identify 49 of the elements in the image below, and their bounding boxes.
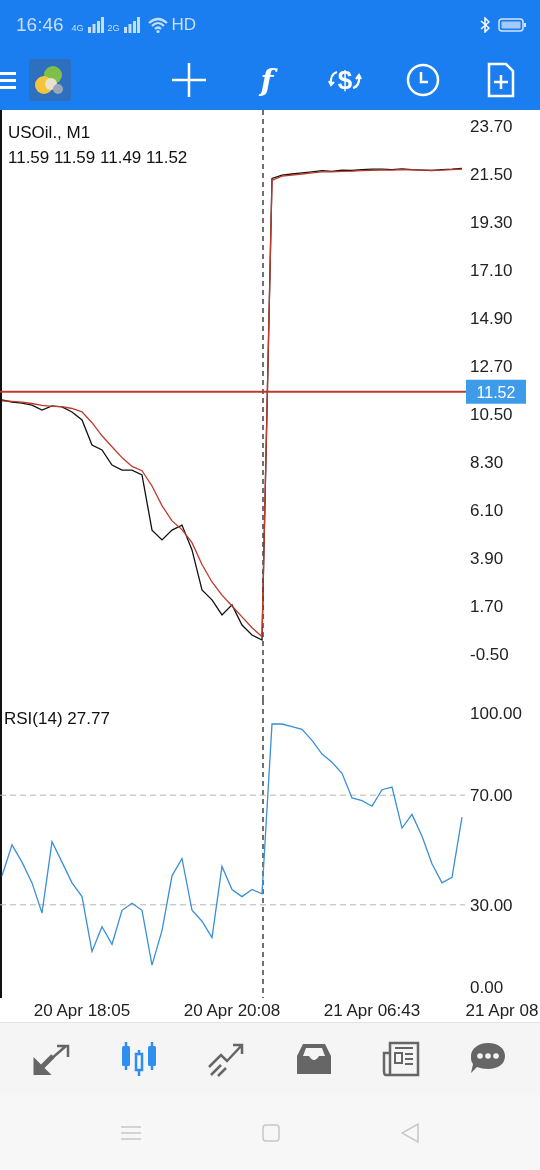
signal-icon [87, 17, 104, 33]
symbol-label: USOil., M1 [8, 123, 91, 142]
axis-label: 1.70 [470, 597, 504, 616]
crosshair-icon [172, 63, 206, 97]
axis-label: 100.00 [470, 704, 522, 723]
newspaper-icon [381, 1041, 420, 1077]
arrows-icon [32, 1043, 71, 1075]
axis-label: 8.30 [470, 453, 504, 472]
signal-icon [123, 17, 140, 33]
square-icon [262, 1123, 280, 1142]
wifi-icon [147, 17, 168, 33]
network-label: 2G [107, 24, 120, 33]
trade-button[interactable]: $ [306, 50, 384, 110]
axis-label: 0.00 [470, 978, 504, 997]
menu-icon [121, 1124, 141, 1141]
axis-label: 19.30 [470, 213, 513, 232]
axis-label: 6.10 [470, 501, 504, 520]
candlestick-icon [120, 1040, 158, 1078]
trend-icon [207, 1041, 246, 1077]
indicators-button[interactable]: f [228, 50, 306, 110]
axis-label: 12.70 [470, 357, 513, 376]
ref-line-label: 11.52 [476, 383, 516, 401]
network-label: HD [171, 14, 197, 37]
add-document-icon [487, 62, 515, 98]
axis-label: 17.10 [470, 261, 513, 280]
menu-icon [0, 71, 16, 89]
axis-label: 20 Apr 18:05 [33, 1001, 131, 1020]
clock-icon [406, 63, 440, 97]
ohlc-values: 11.59 11.59 11.49 11.52 [8, 148, 188, 167]
network-label: 4G [71, 24, 84, 33]
back-icon [401, 1122, 419, 1143]
bluetooth-icon [480, 17, 490, 33]
axis-label: 10.50 [470, 405, 513, 424]
axis-label: 3.90 [470, 549, 504, 568]
axis-label: -0.50 [470, 645, 509, 664]
inbox-icon [294, 1042, 333, 1076]
axis-label: 23.70 [470, 117, 513, 136]
clock-time: 16:46 [16, 12, 64, 37]
axis-label: 30.00 [470, 895, 513, 915]
axis-label: 21.50 [470, 165, 513, 184]
coins-icon [29, 59, 71, 101]
axis-label: 21 Apr 08 [465, 1001, 539, 1020]
axis-label: 14.90 [470, 309, 513, 328]
battery-icon [498, 18, 526, 32]
price-tag: 11.52 [466, 379, 526, 404]
axis-label: 20 Apr 20:08 [183, 1001, 281, 1020]
indicator-label: RSI(14) 27.77 [4, 709, 110, 728]
axis-label: 21 Apr 06:43 [323, 1001, 421, 1020]
axis-label: 70.00 [470, 786, 513, 806]
